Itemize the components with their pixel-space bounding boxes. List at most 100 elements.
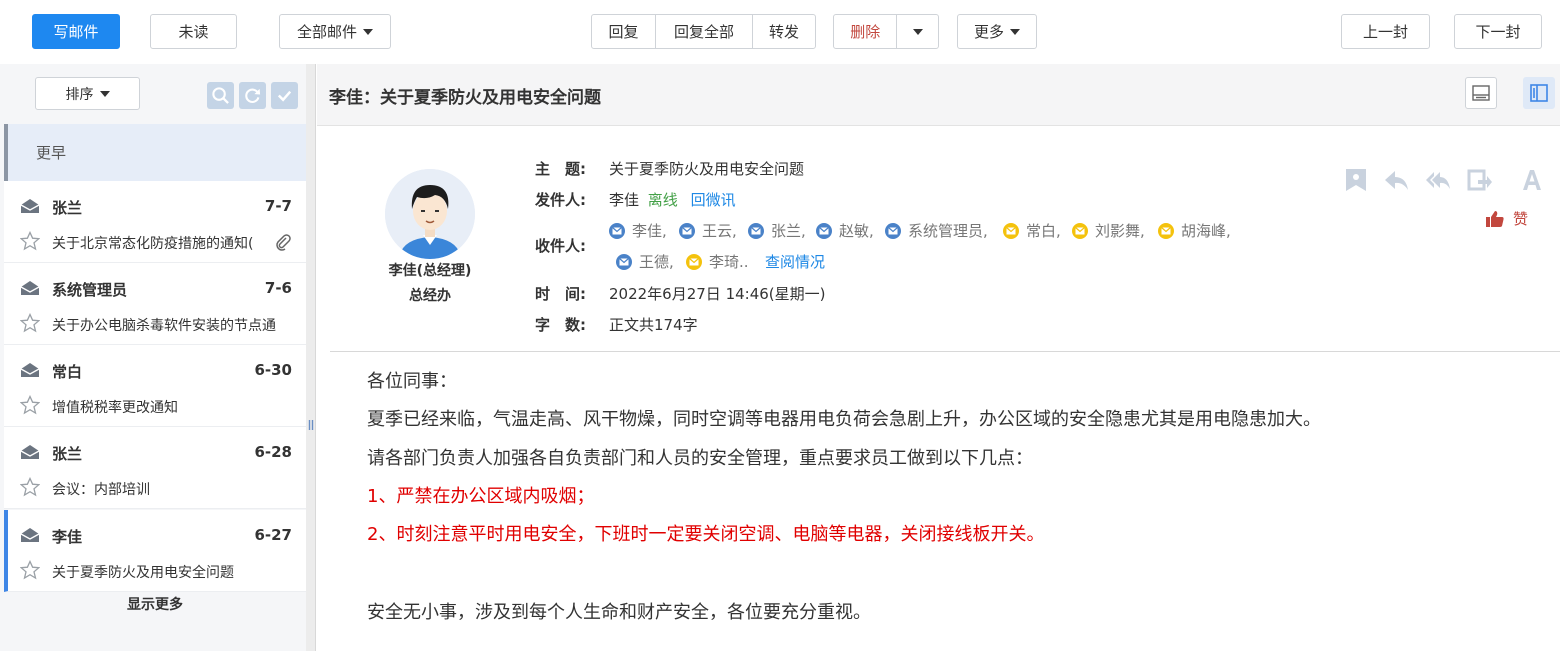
recipient[interactable]: 李佳, [609, 220, 667, 241]
compose-button[interactable]: 写邮件 [32, 14, 120, 49]
reply-weixun-link[interactable]: 回微讯 [691, 191, 736, 209]
body-list-item: 2、时刻注意平时用电安全，下班时一定要关闭空调、电脑等电器，关闭接线板开关。 [367, 524, 1045, 545]
next-mail-button[interactable]: 下一封 [1454, 14, 1542, 49]
mail-user-icon [748, 222, 764, 239]
mail-user-icon [609, 222, 625, 239]
mail-user-icon [885, 222, 901, 239]
sender-display-name: 李佳(总经理) [388, 263, 472, 279]
mail-list-item[interactable]: 系统管理员 7-6 关于办公电脑杀毒软件安装的节点通 [4, 263, 306, 345]
sort-dropdown[interactable]: 排序 [35, 77, 140, 110]
all-mail-label: 全部邮件 [296, 23, 357, 41]
recipient-name: 常白, [1026, 222, 1061, 240]
word-count-label: 字 数: [535, 316, 586, 334]
mail-title: 李佳：关于夏季防火及用电安全问题 [329, 88, 601, 108]
from-label: 发件人: [535, 191, 586, 209]
check-icon[interactable] [271, 82, 298, 109]
mail-date: 6-30 [254, 361, 292, 379]
mail-subject: 关于夏季防火及用电安全问题 [52, 565, 234, 581]
word-count-value: 正文共174字 [609, 316, 698, 334]
recipient-name: 系统管理员, [908, 222, 988, 240]
more-dropdown[interactable]: 更多 [957, 14, 1037, 49]
layout-bottom-icon[interactable] [1465, 77, 1497, 109]
recipient[interactable]: 常白, [1003, 220, 1061, 241]
panel-splitter[interactable] [306, 64, 316, 651]
mail-sender: 李佳 [52, 528, 83, 546]
mail-sender: 常白 [52, 363, 83, 381]
forward-icon[interactable] [1467, 167, 1493, 193]
attachment-icon [274, 233, 292, 251]
recipient[interactable]: 李琦.. [686, 251, 749, 272]
recipient[interactable]: 系统管理员, [885, 220, 988, 241]
mail-user-icon [686, 253, 702, 270]
mail-list-panel: 排序 更早 张兰 7-7 关于北京常态化防疫措施的通知( 系统管理员 7-6 关… [0, 64, 306, 651]
body-paragraph: 请各部门负责人加强各自负责部门和人员的安全管理，重点要求员工做到以下几点： [367, 448, 1033, 469]
star-icon[interactable] [19, 394, 41, 415]
mail-user-icon [816, 222, 832, 239]
delete-options-button[interactable] [897, 15, 938, 48]
envelope-open-icon [20, 198, 40, 214]
recipient[interactable]: 赵敏, [816, 220, 874, 241]
prev-mail-button[interactable]: 上一封 [1341, 14, 1430, 49]
mail-list-item[interactable]: 张兰 7-7 关于北京常态化防疫措施的通知( [4, 181, 306, 263]
recipient-name: 胡海峰, [1181, 222, 1231, 240]
mail-date: 7-7 [264, 197, 292, 215]
mail-list-item[interactable]: 张兰 6-28 会议：内部培训 [4, 427, 306, 509]
thumbs-up-icon [1486, 210, 1504, 227]
all-mail-dropdown[interactable]: 全部邮件 [279, 14, 391, 49]
like-button[interactable]: 赞 [1485, 208, 1528, 229]
reply-all-button[interactable]: 回复全部 [656, 15, 753, 48]
mail-date: 6-27 [254, 526, 292, 544]
mail-user-icon [616, 253, 632, 270]
time-value: 2022年6月27日 14:46(星期一) [609, 285, 826, 303]
refresh-icon[interactable] [239, 82, 266, 109]
reply-button[interactable]: 回复 [592, 15, 656, 48]
toolbar: 写邮件 未读 全部邮件 回复 回复全部 转发 删除 更多 上一封 下一封 [0, 0, 1560, 64]
delete-button[interactable]: 删除 [834, 15, 898, 48]
recipient[interactable]: 张兰, [748, 220, 806, 241]
chevron-down-icon [1010, 28, 1020, 35]
presence-status: 离线 [647, 191, 678, 209]
star-icon[interactable] [19, 476, 41, 497]
sender-department: 总经办 [409, 288, 451, 304]
avatar [385, 169, 475, 259]
unread-button[interactable]: 未读 [150, 14, 237, 49]
mail-user-icon [1072, 222, 1088, 239]
font-icon[interactable] [1519, 167, 1545, 193]
mail-list-item-active[interactable]: 李佳 6-27 关于夏季防火及用电安全问题 [4, 510, 306, 592]
mail-subject: 关于北京常态化防疫措施的通知( [52, 236, 254, 252]
from-name[interactable]: 李佳 [609, 191, 639, 209]
mail-user-icon [679, 222, 695, 239]
recipient[interactable]: 王德, [616, 251, 674, 272]
star-icon[interactable] [19, 312, 41, 333]
recipient[interactable]: 刘影舞, [1072, 220, 1145, 241]
mail-reading-pane: 李佳：关于夏季防火及用电安全问题 李佳(总经理) 总经办 主 题: 关于夏季防火… [317, 64, 1560, 651]
mail-subject: 关于办公电脑杀毒软件安装的节点通 [52, 318, 276, 334]
mail-user-icon [1003, 222, 1019, 239]
mail-date: 6-28 [254, 443, 292, 461]
read-status-link[interactable]: 查阅情况 [765, 251, 825, 272]
recipient[interactable]: 王云, [679, 220, 737, 241]
reply-button-group: 回复 回复全部 转发 [591, 14, 816, 49]
search-icon[interactable] [207, 82, 234, 109]
show-more-link[interactable]: 显示更多 [4, 594, 306, 624]
from-value: 李佳 离线 回微讯 [609, 189, 736, 210]
mail-sender: 张兰 [52, 199, 83, 217]
star-icon[interactable] [19, 230, 41, 251]
forward-button[interactable]: 转发 [753, 15, 815, 48]
mail-list-item[interactable]: 常白 6-30 增值税税率更改通知 [4, 345, 306, 427]
recipient-name: 王云, [702, 222, 737, 240]
envelope-open-icon [20, 527, 40, 543]
reply-icon[interactable] [1383, 167, 1409, 193]
chevron-down-icon [99, 90, 110, 97]
bookmark-icon[interactable] [1343, 167, 1369, 193]
chevron-down-icon [912, 28, 923, 35]
layout-split-icon[interactable] [1523, 77, 1555, 109]
body-list-item: 1、严禁在办公区域内吸烟； [367, 486, 595, 507]
mail-subject: 会议：内部培训 [52, 482, 150, 498]
star-icon[interactable] [19, 559, 41, 580]
group-header-earlier: 更早 [4, 124, 306, 181]
drag-handle-icon [308, 420, 314, 430]
recipient[interactable]: 胡海峰, [1158, 220, 1231, 241]
time-label: 时 间: [535, 285, 586, 303]
reply-all-icon[interactable] [1425, 167, 1451, 193]
